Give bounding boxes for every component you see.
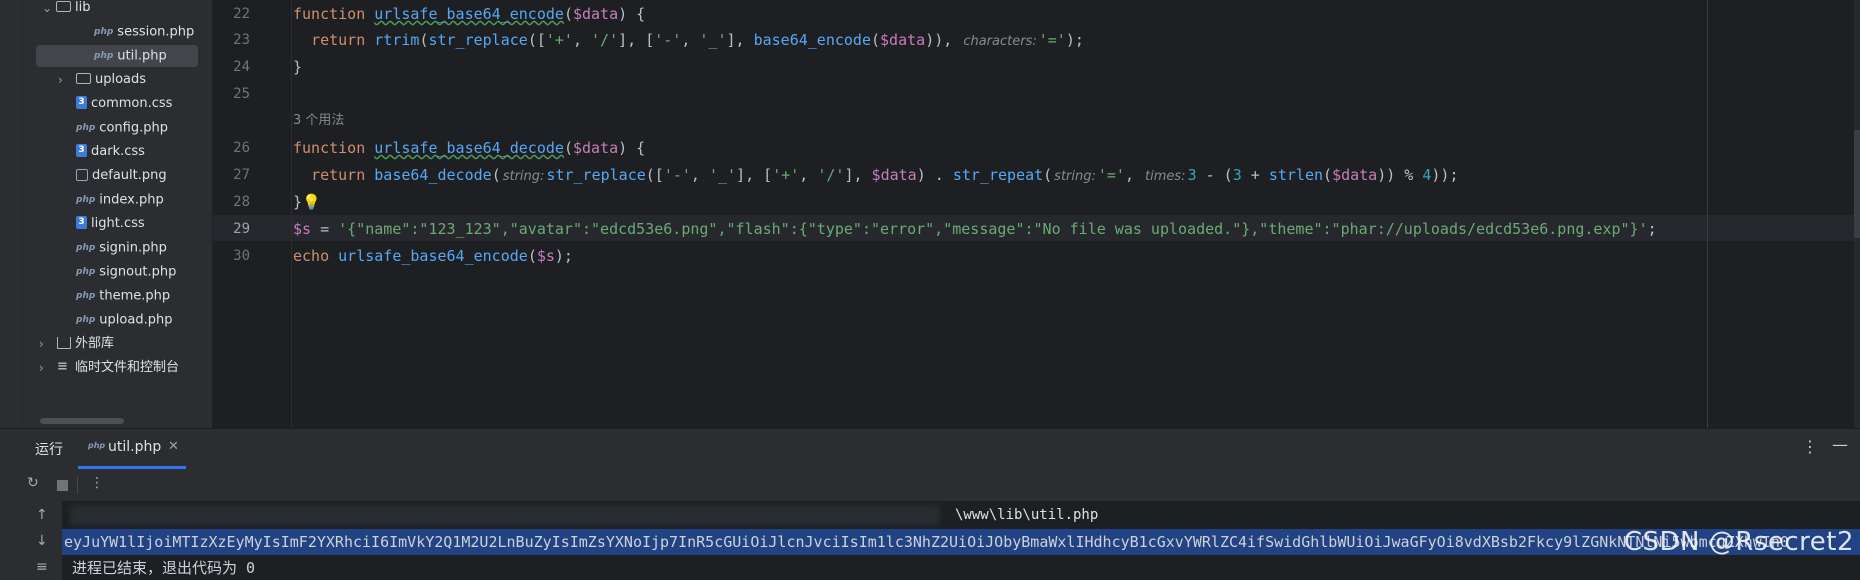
line-number: 30 [233,248,250,264]
parameter-hint: characters: [963,34,1037,49]
line-number-gutter[interactable]: 22 23 24 25 26 27 28 29 30 [213,0,292,428]
tree-file-dark-css[interactable]: 3 dark.css [76,141,145,163]
folder-icon [56,1,71,12]
css-file-icon: 3 [76,216,87,229]
line-number: 26 [233,140,250,156]
blurred-command-line [70,505,940,525]
scrollbar-thumb[interactable] [1854,130,1860,238]
parameter-hint: string: [1054,169,1096,184]
code-line-30[interactable]: echo urlsafe_base64_encode($s); [293,243,573,269]
line-number: 27 [233,167,250,183]
php-file-icon: php [76,123,96,133]
code-line-27[interactable]: return base64_decode(string: str_replace(… [293,162,1458,188]
tree-file-session-php[interactable]: php session.php [94,21,194,43]
tree-folder-lib[interactable]: ⌄ lib [42,0,90,19]
php-file-icon: php [94,51,114,61]
tree-file-index-php[interactable]: php index.php [76,189,164,211]
tree-file-config-php[interactable]: php config.php [76,117,168,139]
tree-file-light-css[interactable]: 3 light.css [76,213,145,235]
library-icon [57,336,71,349]
code-editor[interactable]: 22 23 24 25 26 27 28 29 30 function urls… [213,0,1860,428]
code-line-22[interactable]: function urlsafe_base64_encode($data) { [293,1,645,27]
tree-file-upload-php[interactable]: php upload.php [76,309,172,331]
chevron-down-icon[interactable]: ⌄ [42,0,52,15]
usages-codelens[interactable]: 3 个用法 [293,109,344,128]
tree-file-util-php[interactable]: php util.php [36,45,198,67]
tree-file-default-png[interactable]: default.png [76,165,167,187]
run-title: 运行 [35,442,63,458]
php-file-icon: php [94,27,114,37]
line-number: 29 [233,221,250,237]
run-tool-window: 运行 php util.php ✕ ⋮ — ↻ ⋮ ↑ ↓ ≡ \www\lib… [0,428,1860,580]
process-exit-message: 进程已结束，退出代码为 0 [72,559,256,577]
console-output[interactable]: \www\lib\util.php eyJuYW1lIjoiMTIzXzEyMy… [62,501,1860,580]
scratches-icon: ≡ [57,358,68,374]
image-file-icon [76,168,88,181]
run-header: 运行 php util.php ✕ ⋮ — [0,429,1860,469]
selected-output-line[interactable]: eyJuYW1lIjoiMTIzXzEyMyIsImF2YXRhciI6ImVk… [62,529,1860,555]
code-line-29[interactable]: $s = '{"name":"123_123","avatar":"edcd53… [293,216,1657,242]
tab-util-php[interactable]: php util.php ✕ [78,429,186,469]
scroll-down-icon[interactable]: ↓ [36,533,48,549]
more-actions-icon[interactable]: ⋮ [90,475,104,491]
chevron-right-icon[interactable]: › [39,333,49,351]
console-side-toolbar: ↑ ↓ ≡ [0,501,62,580]
php-file-icon: php [76,267,96,277]
tree-horizontal-scrollbar[interactable] [40,418,124,424]
script-path: \www\lib\util.php [947,503,1107,527]
lightbulb-icon[interactable]: 💡 [302,193,321,211]
folder-icon [76,73,91,84]
toolbar-separator [77,476,78,494]
tool-window-strip [0,0,23,428]
php-file-icon: php [88,441,106,450]
tree-file-common-css[interactable]: 3 common.css [76,93,172,115]
tree-folder-uploads[interactable]: › uploads [58,69,146,91]
rerun-icon[interactable]: ↻ [27,475,39,491]
tree-scratches-consoles[interactable]: › ≡ 临时文件和控制台 [39,357,179,379]
run-toolbar: ↻ ⋮ [0,469,1860,501]
code-line-23[interactable]: return rtrim(str_replace(['+', '/'], ['-… [293,27,1084,53]
scroll-up-icon[interactable]: ↑ [36,507,48,523]
right-margin-guide [1707,0,1708,428]
line-number: 22 [233,6,250,22]
soft-wrap-icon[interactable]: ≡ [36,559,48,575]
code-line-28[interactable]: }💡 [293,189,321,215]
tree-external-libraries[interactable]: › 外部库 [39,333,114,355]
project-tree: ⌄ lib php session.php php util.php › uploa… [0,0,213,428]
tree-file-theme-php[interactable]: php theme.php [76,285,170,307]
parameter-hint: times: [1145,169,1186,184]
code-line-24[interactable]: } [293,54,302,80]
php-file-icon: php [76,315,96,325]
css-file-icon: 3 [76,144,87,157]
chevron-right-icon[interactable]: › [58,69,68,87]
minimize-icon[interactable]: — [1832,435,1848,454]
chevron-right-icon[interactable]: › [39,357,49,375]
code-line-26[interactable]: function urlsafe_base64_decode($data) { [293,135,645,161]
more-options-icon[interactable]: ⋮ [1802,437,1818,456]
php-file-icon: php [76,195,96,205]
line-number: 23 [233,32,250,48]
close-icon[interactable]: ✕ [168,439,179,454]
css-file-icon: 3 [76,96,87,109]
tab-label: util.php [108,439,162,455]
tree-file-signout-php[interactable]: php signout.php [76,261,176,283]
editor-vertical-scrollbar[interactable] [1854,0,1860,428]
line-number: 28 [233,194,250,210]
php-file-icon: php [76,243,96,253]
php-file-icon: php [76,291,96,301]
stop-icon[interactable] [57,480,68,491]
line-number: 24 [233,59,250,75]
line-number: 25 [233,86,250,102]
watermark: CSDN @Rsecret2 [1623,527,1854,557]
tree-file-signin-php[interactable]: php signin.php [76,237,167,259]
parameter-hint: string: [502,169,545,184]
